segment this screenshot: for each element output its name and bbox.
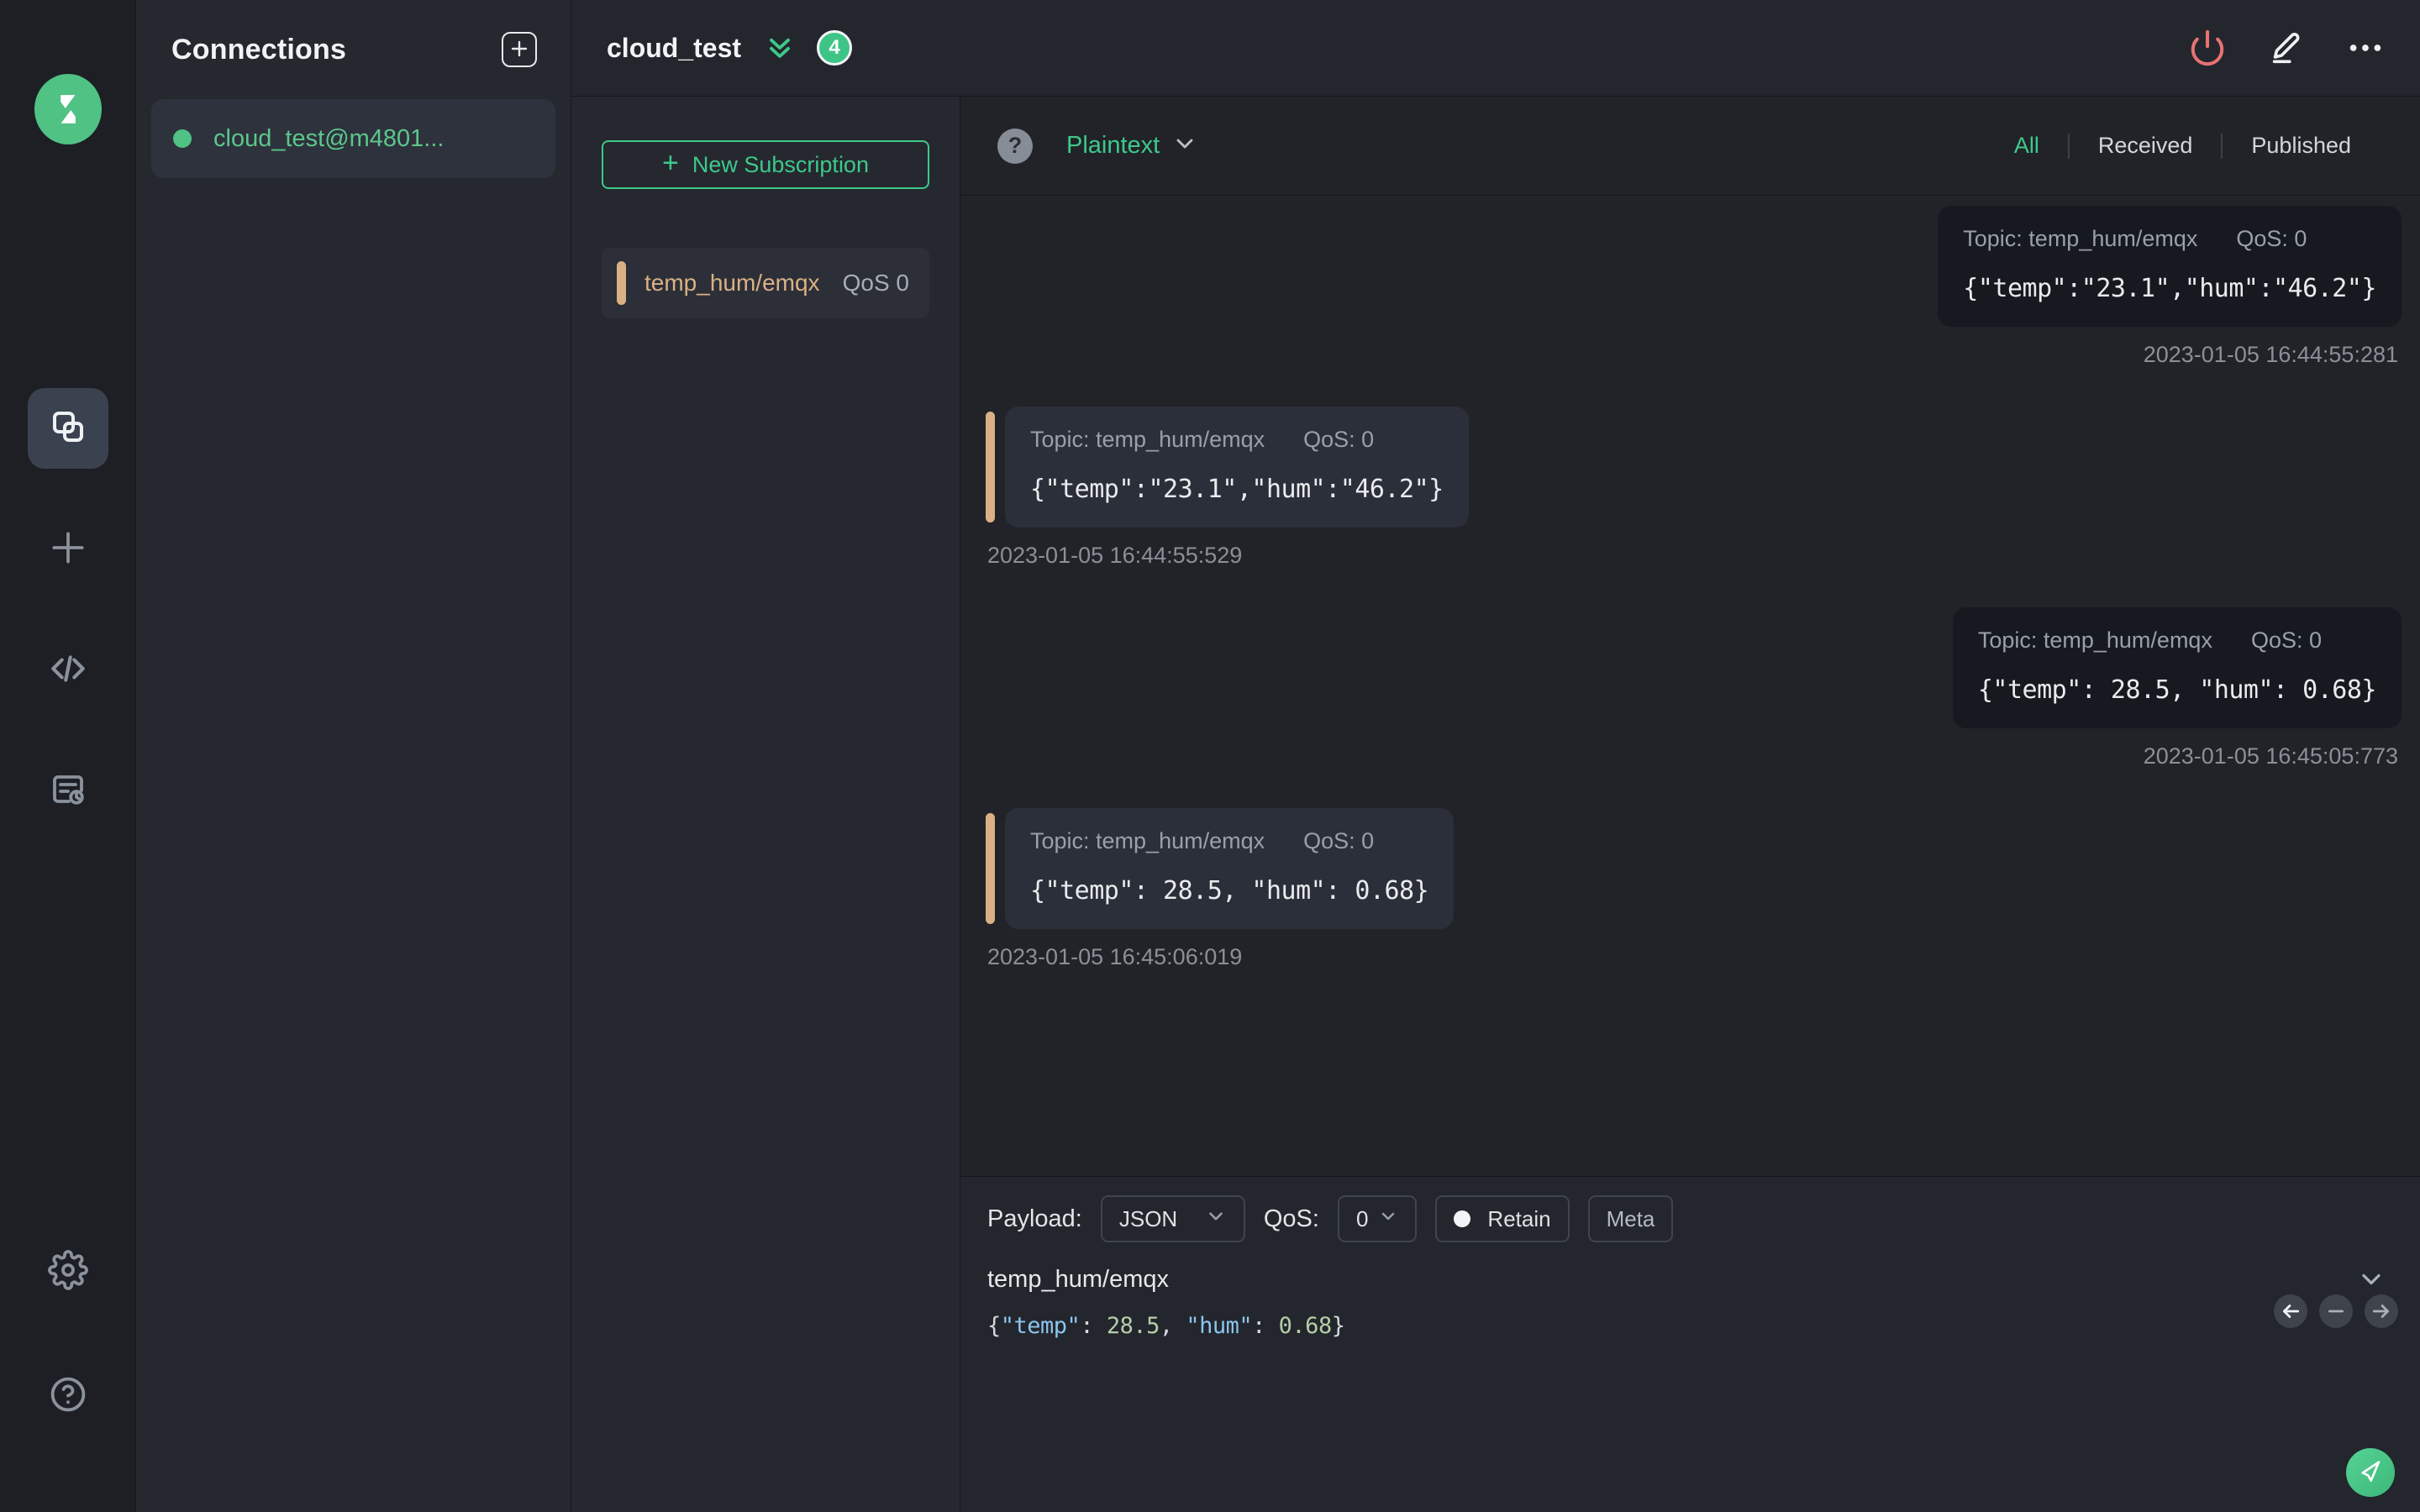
- qos-select[interactable]: 0: [1337, 1195, 1418, 1242]
- subscription-qos: QoS 0: [842, 270, 909, 296]
- payload-format-help-icon[interactable]: ?: [997, 128, 1033, 164]
- sidebar-item-settings[interactable]: [28, 1231, 108, 1312]
- connection-header: cloud_test 4: [571, 0, 2420, 97]
- help-icon: [48, 1374, 88, 1419]
- connections-icon: [48, 407, 88, 451]
- add-connection-button[interactable]: [502, 32, 537, 67]
- topic-input[interactable]: temp_hum/emqx: [987, 1266, 1169, 1294]
- sidebar-item-new-connection[interactable]: [28, 509, 108, 590]
- message-bubble[interactable]: Topic: temp_hum/emqx QoS: 0 {"temp": 28.…: [1952, 607, 2402, 728]
- retain-toggle[interactable]: Retain: [1435, 1195, 1570, 1242]
- sidebar-item-script[interactable]: [28, 630, 108, 711]
- filter-published[interactable]: Published: [2223, 133, 2380, 159]
- message-topic: Topic: temp_hum/emqx: [1977, 627, 2212, 653]
- message-qos: QoS: 0: [2236, 226, 2307, 251]
- qos-label: QoS:: [1263, 1205, 1319, 1232]
- subscription-topic: temp_hum/emqx: [644, 270, 820, 296]
- message-payload: {"temp": 28.5, "hum": 0.68}: [1030, 876, 1429, 906]
- message-received: Topic: temp_hum/emqx QoS: 0 {"temp": 28.…: [986, 808, 2402, 970]
- gear-icon: [47, 1249, 88, 1294]
- format-select[interactable]: Plaintext: [1066, 130, 1198, 161]
- message-qos: QoS: 0: [2250, 627, 2322, 653]
- send-paper-plane-icon: [2356, 1457, 2385, 1488]
- qos-value: 0: [1355, 1205, 1369, 1231]
- chevron-down-icon: [1378, 1206, 1398, 1232]
- message-timestamp: 2023-01-05 16:44:55:281: [2143, 342, 2398, 367]
- connections-panel: Connections cloud_test@m4801...: [136, 0, 571, 1512]
- edit-pencil-icon[interactable]: [2267, 29, 2306, 67]
- message-color-bar: [986, 412, 995, 522]
- message-list[interactable]: Topic: temp_hum/emqx QoS: 0 {"temp":"23.…: [960, 196, 2420, 1176]
- next-arrow-button[interactable]: [2365, 1294, 2398, 1328]
- message-payload: {"temp":"23.1","hum":"46.2"}: [1963, 274, 2376, 303]
- subscription-item[interactable]: temp_hum/emqx QoS 0: [602, 248, 929, 318]
- meta-button[interactable]: Meta: [1587, 1195, 1674, 1242]
- publish-composer: Payload: JSON QoS: 0 Retain Meta temp_hu…: [960, 1176, 2420, 1512]
- message-topic: Topic: temp_hum/emqx: [1030, 828, 1265, 853]
- chevron-down-icon[interactable]: [2356, 1264, 2386, 1294]
- message-qos: QoS: 0: [1303, 828, 1375, 853]
- payload-type-value: JSON: [1118, 1205, 1178, 1231]
- connections-title: Connections: [171, 33, 347, 66]
- format-value: Plaintext: [1066, 132, 1160, 159]
- mqttx-logo-mark: [60, 95, 76, 123]
- meta-label: Meta: [1606, 1205, 1655, 1231]
- connection-title: cloud_test: [607, 32, 742, 63]
- plus-icon: +: [662, 147, 679, 179]
- minus-button[interactable]: [2319, 1294, 2353, 1328]
- disconnect-power-icon[interactable]: [2188, 29, 2227, 67]
- message-timestamp: 2023-01-05 16:45:06:019: [987, 944, 1243, 969]
- connection-status-dot: [173, 129, 192, 148]
- payload-type-select[interactable]: JSON: [1100, 1195, 1245, 1242]
- mqttx-logo: [34, 74, 102, 144]
- message-payload: {"temp": 28.5, "hum": 0.68}: [1977, 675, 2377, 705]
- sidebar-item-help[interactable]: [28, 1356, 108, 1436]
- sidebar-item-connections[interactable]: [27, 388, 108, 469]
- plus-square-icon: [509, 39, 529, 61]
- message-topic: Topic: temp_hum/emqx: [1030, 427, 1265, 452]
- send-button[interactable]: [2346, 1448, 2395, 1497]
- messages-pane: ? Plaintext All Received Published Topic…: [960, 97, 2420, 1512]
- message-filters: All Received Published: [1986, 133, 2380, 159]
- plus-icon: [47, 527, 89, 573]
- connection-list-item[interactable]: cloud_test@m4801...: [151, 99, 555, 178]
- more-ellipsis-icon[interactable]: [2346, 29, 2385, 67]
- payload-type-label: Payload:: [987, 1205, 1082, 1232]
- subscription-color-bar: [617, 261, 626, 305]
- payload-editor[interactable]: {"temp": 28.5, "hum": 0.68}: [987, 1313, 2386, 1339]
- message-qos: QoS: 0: [1303, 427, 1375, 452]
- message-received: Topic: temp_hum/emqx QoS: 0 {"temp":"23.…: [986, 407, 2402, 569]
- connection-name: cloud_test@m4801...: [213, 124, 445, 152]
- icon-rail: [0, 0, 136, 1512]
- retain-label: Retain: [1487, 1205, 1551, 1231]
- message-bubble[interactable]: Topic: temp_hum/emqx QoS: 0 {"temp":"23.…: [1005, 407, 1469, 528]
- message-color-bar: [986, 813, 995, 924]
- message-published: Topic: temp_hum/emqx QoS: 0 {"temp":"23.…: [986, 206, 2402, 368]
- filter-all[interactable]: All: [1986, 133, 2068, 159]
- sidebar-item-log[interactable]: [28, 751, 108, 832]
- message-nav-buttons: [2274, 1294, 2398, 1328]
- message-bubble[interactable]: Topic: temp_hum/emqx QoS: 0 {"temp":"23.…: [1938, 206, 2402, 327]
- message-count-badge: 4: [817, 30, 853, 66]
- message-topic: Topic: temp_hum/emqx: [1963, 226, 2198, 251]
- message-timestamp: 2023-01-05 16:44:55:529: [987, 543, 1243, 568]
- message-timestamp: 2023-01-05 16:45:05:773: [2143, 743, 2398, 769]
- new-subscription-button[interactable]: + New Subscription: [602, 140, 929, 189]
- filter-received[interactable]: Received: [2070, 133, 2222, 159]
- messages-toolbar: ? Plaintext All Received Published: [960, 97, 2420, 196]
- chevron-down-icon: [1205, 1205, 1227, 1233]
- message-bubble[interactable]: Topic: temp_hum/emqx QoS: 0 {"temp": 28.…: [1005, 808, 1455, 929]
- message-published: Topic: temp_hum/emqx QoS: 0 {"temp": 28.…: [986, 607, 2402, 769]
- chevron-down-icon: [1171, 130, 1198, 161]
- new-subscription-label: New Subscription: [692, 151, 869, 177]
- message-payload: {"temp":"23.1","hum":"46.2"}: [1030, 475, 1444, 504]
- retain-dot-icon: [1454, 1210, 1471, 1227]
- code-icon: [47, 648, 89, 694]
- prev-arrow-button[interactable]: [2274, 1294, 2307, 1328]
- log-icon: [48, 769, 88, 814]
- subscriptions-column: + New Subscription temp_hum/emqx QoS 0: [571, 97, 960, 1512]
- mqttx-app: Connections cloud_test@m4801... cloud_te…: [0, 0, 2420, 1512]
- double-chevron-down-icon[interactable]: [763, 31, 797, 65]
